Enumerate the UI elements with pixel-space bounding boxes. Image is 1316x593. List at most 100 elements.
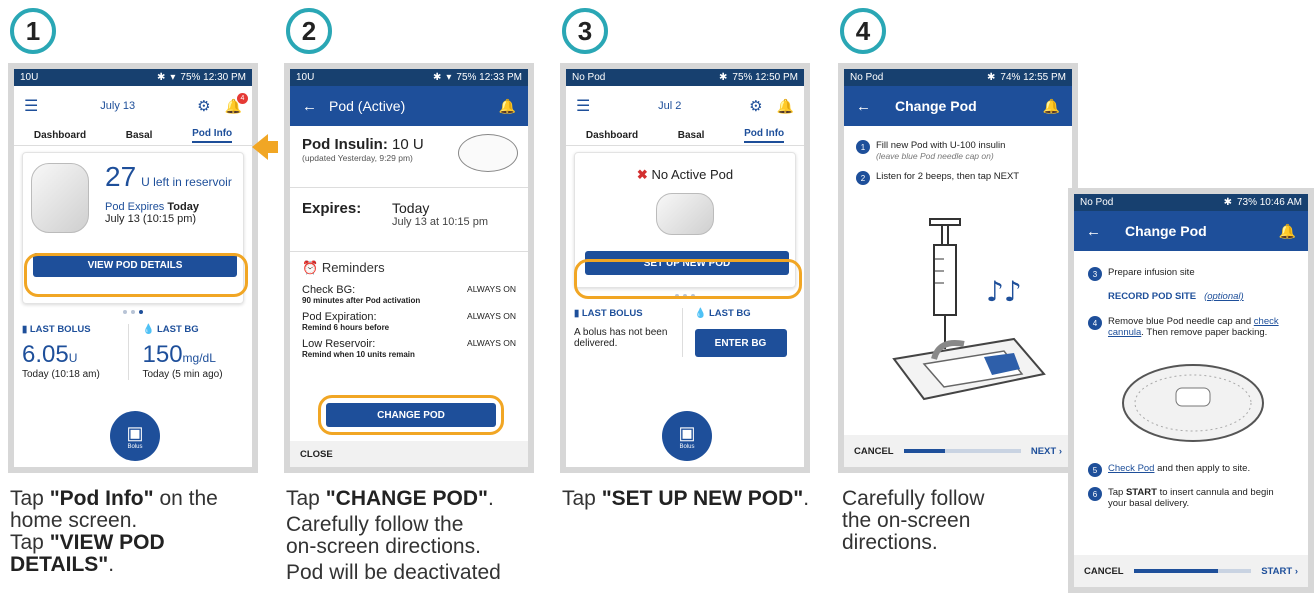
pod-image: [656, 193, 714, 235]
last-bg-label: LAST BG: [156, 324, 199, 335]
status-left: No Pod: [1080, 197, 1114, 208]
last-bg-label-row: 💧 LAST BG: [695, 308, 797, 319]
units-label: U left in reservoir: [141, 175, 232, 189]
wifi-icon: ▾: [446, 72, 452, 83]
highlight-ring: [318, 395, 504, 435]
record-pod-site-link[interactable]: RECORD POD SITE: [1108, 291, 1196, 302]
reminder-row[interactable]: Low Reservoir: ALWAYS ON Remind when 10 u…: [302, 338, 516, 359]
expires-label: Expires:: [302, 200, 362, 217]
stats-row: ▮ LAST BOLUS 6.05U Today (10:18 am) 💧 LA…: [14, 324, 252, 380]
phone-screen-3: No Pod ✱ 75% 12:50 PM ☰ Jul 2 ⚙ 🔔 Dashboa…: [560, 63, 810, 473]
bottle-icon: ▮: [22, 324, 28, 335]
bolus-label: Bolus: [679, 443, 695, 450]
highlight-ring: [24, 253, 248, 297]
next-label: NEXT: [1030, 445, 1057, 457]
phone-screen-1: 10U ✱ ▾ 75% 12:30 PM ☰ July 13 ⚙ 🔔 4 Dashbo…: [8, 63, 258, 473]
reminder-row[interactable]: Pod Expiration: ALWAYS ON Remind 6 hours …: [302, 311, 516, 332]
step-text: Listen for 2 beeps, then tap NEXT: [876, 171, 1020, 182]
status-right: 75% 12:50 PM: [732, 72, 798, 83]
status-bar: No Pod ✱ 73% 10:46 AM: [1074, 194, 1308, 211]
gear-icon[interactable]: ⚙: [749, 97, 762, 115]
reminder-status: ALWAYS ON: [467, 338, 516, 348]
bolus-button[interactable]: ▣ Bolus: [662, 411, 712, 461]
expires-time: July 13 (10:15 pm): [105, 213, 197, 225]
reminder-row[interactable]: Check BG: ALWAYS ON 90 minutes after Pod …: [302, 284, 516, 305]
bell-icon[interactable]: 🔔 4: [225, 92, 248, 115]
back-arrow-icon[interactable]: ←: [302, 98, 317, 115]
bell-icon[interactable]: 🔔: [777, 98, 794, 115]
phone-screen-5: No Pod ✱ 73% 10:46 AM ← Change Pod 🔔 3 Pre…: [1068, 188, 1314, 593]
status-left: 10U: [20, 72, 39, 83]
expires-day: Today: [392, 200, 430, 216]
reminder-name: Check BG:: [302, 284, 356, 296]
notification-badge: 4: [237, 92, 248, 104]
last-bg-label: LAST BG: [708, 308, 751, 319]
start-button[interactable]: START ›: [1261, 566, 1298, 577]
instruction-step: 5 Check Pod and then apply to site.: [1088, 463, 1294, 477]
step-number-3: 3: [562, 8, 608, 54]
tab-basal[interactable]: Basal: [126, 130, 153, 141]
step-text: Fill new Pod with U-100 insulin: [876, 140, 1006, 151]
progress-bar: [1133, 569, 1252, 573]
arrow-tail: [266, 141, 278, 153]
gear-icon[interactable]: ⚙: [197, 97, 210, 115]
cancel-button[interactable]: CANCEL: [1084, 566, 1124, 577]
step-number-1: 1: [10, 8, 56, 54]
page-title: Change Pod: [1125, 223, 1207, 239]
last-bolus-label: LAST BOLUS: [29, 324, 91, 335]
step-text: Prepare infusion site: [1108, 267, 1195, 278]
back-arrow-icon[interactable]: ←: [856, 98, 871, 115]
x-icon: ✖: [636, 167, 648, 182]
expires-prefix: Pod Expires: [105, 201, 165, 213]
instruction-step: 3 Prepare infusion site: [1088, 267, 1294, 281]
status-left: 10U: [296, 72, 315, 83]
status-bar: No Pod ✱ 74% 12:55 PM: [844, 69, 1072, 86]
bolus-icon: ▣: [126, 422, 144, 443]
back-arrow-icon[interactable]: ←: [1086, 223, 1101, 240]
tab-dashboard[interactable]: Dashboard: [34, 130, 86, 141]
tab-basal[interactable]: Basal: [678, 130, 705, 141]
bluetooth-icon: ✱: [987, 72, 996, 83]
close-button[interactable]: CLOSE: [290, 441, 528, 467]
step-text: Tap: [1108, 487, 1126, 498]
last-bg-unit: mg/dL: [182, 351, 216, 365]
tab-pod-info[interactable]: Pod Info: [192, 128, 233, 143]
last-bolus-value: 6.05: [22, 341, 69, 368]
status-left: No Pod: [572, 72, 606, 83]
tab-dashboard[interactable]: Dashboard: [586, 130, 638, 141]
step-text-bold: START: [1125, 487, 1157, 498]
drop-icon: 💧: [142, 324, 155, 335]
status-bar: 10U ✱ ▾ 75% 12:30 PM: [14, 69, 252, 86]
bluetooth-icon: ✱: [1223, 197, 1232, 208]
bolus-label: Bolus: [127, 443, 143, 450]
last-bolus-label-row: ▮ LAST BOLUS: [574, 308, 676, 319]
highlight-ring: [574, 259, 802, 299]
bell-icon[interactable]: 🔔: [499, 98, 516, 115]
date-label: Jul 2: [658, 100, 682, 112]
step-number-2: 2: [286, 8, 332, 54]
check-pod-link[interactable]: Check Pod: [1108, 463, 1154, 474]
reminder-desc: Remind 6 hours before: [302, 323, 390, 332]
bell-icon[interactable]: 🔔: [1043, 98, 1060, 115]
next-button[interactable]: NEXT ›: [1031, 446, 1062, 457]
bell-icon[interactable]: 🔔: [1279, 223, 1296, 240]
caption-step-3: Tap "SET UP NEW POD".: [562, 487, 810, 510]
cancel-button[interactable]: CANCEL: [854, 446, 894, 457]
menu-icon[interactable]: ☰: [24, 96, 38, 116]
optional-link[interactable]: (optional): [1204, 291, 1244, 302]
svg-text:♪♪: ♪♪: [986, 275, 1022, 308]
bolus-button[interactable]: ▣ Bolus: [110, 411, 160, 461]
page-title: Change Pod: [895, 98, 977, 114]
wifi-icon: ▾: [170, 72, 176, 83]
step-text-end: . Then remove paper backing.: [1141, 327, 1268, 338]
step-dot: 3: [1088, 267, 1102, 281]
step-dot: 6: [1088, 487, 1102, 501]
enter-bg-button[interactable]: ENTER BG: [694, 329, 787, 357]
pod-insulin-value: 10 U: [392, 136, 424, 153]
bluetooth-icon: ✱: [719, 72, 728, 83]
progress-bar: [903, 449, 1021, 453]
menu-icon[interactable]: ☰: [576, 96, 590, 116]
phone-screen-4: No Pod ✱ 74% 12:55 PM ← Change Pod 🔔 1 Fil…: [838, 63, 1078, 473]
instruction-step: 1 Fill new Pod with U-100 insulin (leave b…: [856, 140, 1060, 161]
tab-pod-info[interactable]: Pod Info: [744, 128, 785, 143]
